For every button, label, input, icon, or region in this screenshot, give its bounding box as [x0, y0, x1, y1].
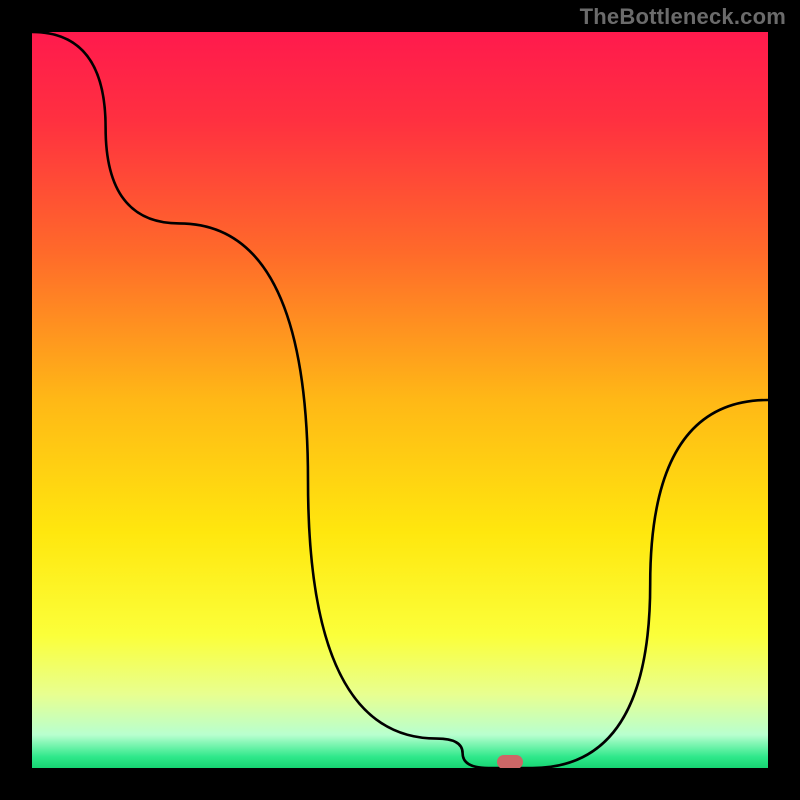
- chart-frame: TheBottleneck.com: [0, 0, 800, 800]
- plot-area: [32, 32, 768, 768]
- bottleneck-curve: [32, 32, 768, 768]
- optimum-marker: [497, 755, 523, 768]
- watermark-text: TheBottleneck.com: [580, 4, 786, 30]
